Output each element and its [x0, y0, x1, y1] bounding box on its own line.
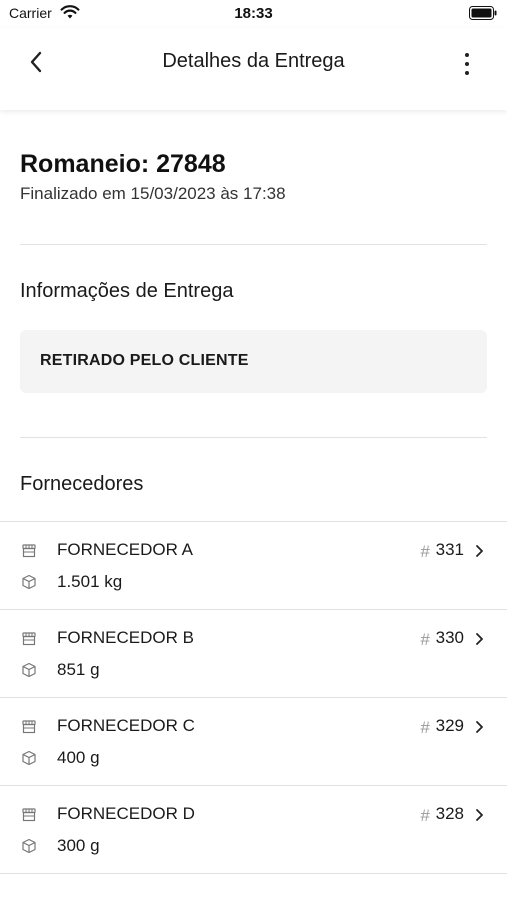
delivery-info-card: RETIRADO PELO CLIENTE [20, 330, 487, 393]
supplier-number: 331 [435, 540, 464, 559]
divider [20, 437, 487, 438]
chevron-right-icon [476, 809, 483, 821]
supplier-number: 328 [435, 804, 464, 823]
more-options-button[interactable] [455, 48, 479, 80]
status-time: 18:33 [234, 5, 273, 22]
supplier-weight: 1.501 kg [57, 572, 123, 591]
more-vertical-icon-dot [465, 62, 469, 66]
store-icon [22, 544, 36, 558]
supplier-number: 330 [435, 628, 464, 647]
battery-icon [469, 6, 497, 20]
store-icon [22, 720, 36, 734]
chevron-right-icon [476, 633, 483, 645]
page-title: Detalhes da Entrega [162, 50, 345, 72]
supplier-weight: 400 g [57, 748, 100, 767]
delivery-info-title: Informações de Entrega [20, 280, 234, 302]
more-vertical-icon-dot [465, 71, 469, 75]
delivery-info-text: RETIRADO PELO CLIENTE [40, 352, 249, 369]
chevron-right-icon [476, 545, 483, 557]
supplier-name: FORNECEDOR A [57, 540, 194, 559]
supplier-weight: 300 g [57, 836, 100, 855]
status-bar: Carrier 18:33 [0, 0, 507, 28]
romaneio-title: Romaneio: 27848 [20, 150, 226, 178]
hash-icon: # [420, 542, 430, 561]
more-vertical-icon [465, 53, 469, 57]
chevron-right-icon [476, 721, 483, 733]
romaneio-subtitle: Finalizado em 15/03/2023 às 17:38 [20, 184, 286, 203]
navigation-bar: Detalhes da Entrega [0, 28, 507, 110]
store-icon [22, 632, 36, 646]
box-icon [22, 574, 36, 590]
box-icon [22, 662, 36, 678]
supplier-name: FORNECEDOR B [57, 628, 194, 647]
supplier-row[interactable]: FORNECEDOR B # 330 851 g [0, 610, 507, 698]
supplier-name: FORNECEDOR D [57, 804, 195, 823]
box-icon [22, 838, 36, 854]
divider [20, 244, 487, 245]
supplier-row[interactable]: FORNECEDOR C # 329 400 g [0, 698, 507, 786]
hash-icon: # [420, 806, 430, 825]
supplier-row[interactable]: FORNECEDOR D # 328 300 g [0, 786, 507, 874]
supplier-list: FORNECEDOR A # 331 1.501 kg FORNECEDOR B [0, 521, 507, 874]
supplier-name: FORNECEDOR C [57, 716, 195, 735]
hash-icon: # [420, 630, 430, 649]
store-icon [22, 808, 36, 822]
hash-icon: # [420, 718, 430, 737]
supplier-weight: 851 g [57, 660, 100, 679]
supplier-number: 329 [435, 716, 464, 735]
box-icon [22, 750, 36, 766]
suppliers-title: Fornecedores [20, 473, 144, 495]
supplier-row[interactable]: FORNECEDOR A # 331 1.501 kg [0, 522, 507, 610]
